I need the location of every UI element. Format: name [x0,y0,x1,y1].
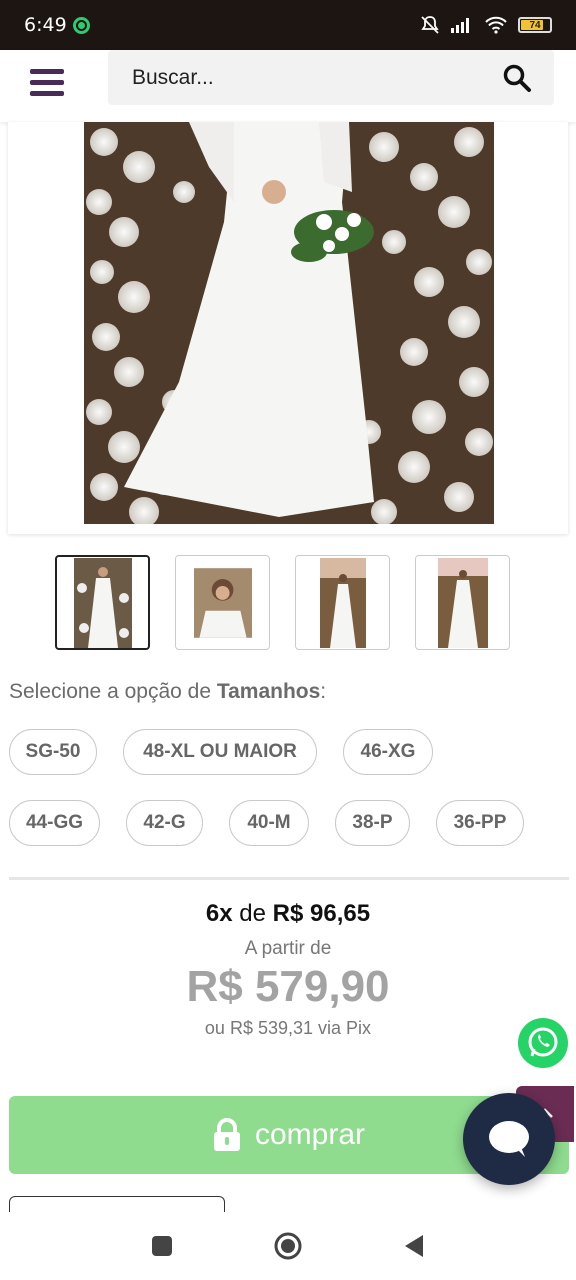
installments-value: R$ 96,65 [272,900,371,927]
thumbnail-1[interactable] [55,555,150,650]
lock-icon [213,1118,240,1151]
product-price: R$ 579,90 [186,962,390,1011]
from-label: A partir de [244,938,332,959]
option-suffix: : [320,680,327,703]
installments-count: 6x [205,900,233,927]
whatsapp-notification-icon [72,16,90,34]
pix-price-line: ou R$ 539,31 via Pix [0,1018,576,1039]
installments-line: 6x de R$ 96,65 [0,900,576,928]
product-thumbnails [55,555,510,650]
option-prefix: Selecione a opção de [9,680,217,703]
system-nav-bar [0,1212,576,1280]
size-option-title: Selecione a opção de Tamanhos: [9,680,326,704]
size-options-row-1: SG-50 48-XL OU MAIOR 46-XG [9,729,433,775]
pix-prefix: ou [204,1018,230,1038]
size-options-row-2: 44-GG 42-G 40-M 38-P 36-PP [9,800,524,846]
thumbnail-4[interactable] [415,555,510,650]
search-icon[interactable] [502,63,532,93]
search-input[interactable]: Buscar... [108,50,554,105]
wifi-icon [485,16,507,34]
product-photo [84,122,494,524]
size-option[interactable]: SG-50 [9,729,97,775]
price-block: 6x de R$ 96,65 A partir de R$ 579,90 ou … [0,900,576,1039]
recent-apps-icon[interactable] [151,1235,173,1257]
size-option[interactable]: 46-XG [343,729,433,775]
status-bar: 6:49 74 [0,0,576,50]
thumbnail-2[interactable] [175,555,270,650]
thumbnail-image [319,557,366,648]
back-icon[interactable] [403,1234,425,1258]
size-option[interactable]: 48-XL OU MAIOR [123,729,317,775]
pix-value: R$ 539,31 [229,1018,314,1038]
product-main-image[interactable] [84,122,494,524]
battery-icon: 74 [518,17,552,33]
size-option[interactable]: 40-M [229,800,309,846]
status-icons: 74 [420,15,552,35]
product-image-container [8,122,568,534]
size-option[interactable]: 44-GG [9,800,100,846]
battery-level: 74 [529,19,541,31]
pix-suffix: via Pix [313,1018,372,1038]
size-option[interactable]: 38-P [335,800,410,846]
whatsapp-icon [528,1027,558,1057]
size-option[interactable]: 42-G [126,800,203,846]
home-icon[interactable] [273,1231,303,1261]
chat-icon [489,1121,529,1157]
size-option[interactable]: 36-PP [436,800,524,846]
thumbnail-image [73,557,132,648]
thumbnail-image [193,567,252,638]
thumbnail-3[interactable] [295,555,390,650]
signal-icon [451,18,469,33]
site-header: Buscar... [0,50,576,122]
menu-button[interactable] [30,62,70,102]
thumbnail-image [437,557,488,648]
buy-button-label: comprar [254,1118,366,1151]
option-name: Tamanhos [216,680,321,703]
installments-mid: de [232,900,273,927]
status-time: 6:49 [24,14,67,36]
bell-muted-icon [421,16,439,34]
whatsapp-button[interactable] [518,1018,568,1068]
divider [9,877,569,880]
chat-button[interactable] [463,1093,555,1185]
hamburger-icon [30,68,64,74]
search-placeholder: Buscar... [132,65,214,89]
